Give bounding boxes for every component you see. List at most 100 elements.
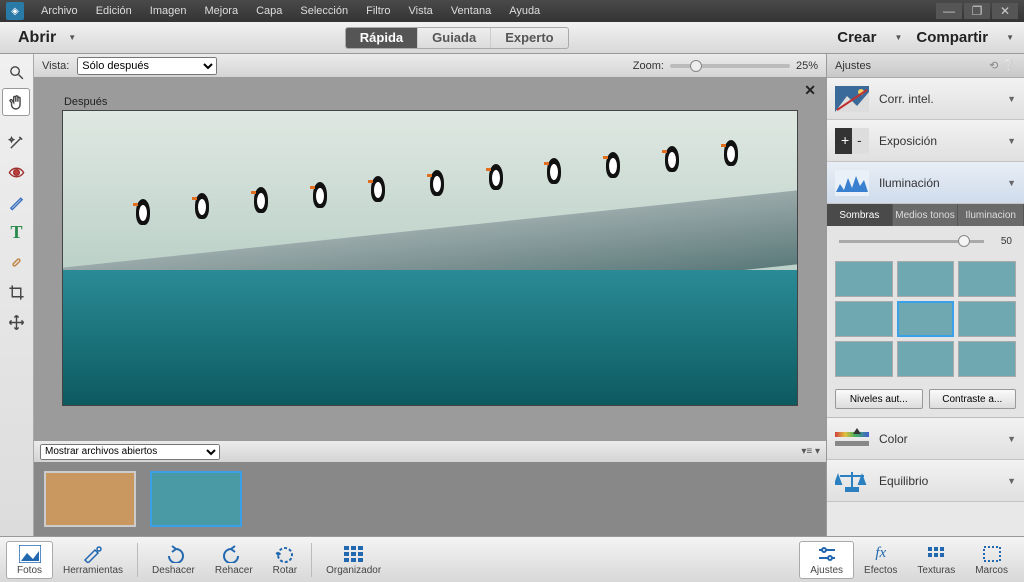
mode-switcher: Rápida Guiada Experto [345, 27, 569, 49]
help-icon[interactable]: ❔ [1002, 59, 1016, 72]
svg-text:+: + [841, 132, 849, 148]
menu-vista[interactable]: Vista [400, 2, 442, 20]
balance-icon [835, 466, 869, 496]
shadow-slider[interactable] [839, 240, 984, 243]
preset-7[interactable] [835, 341, 893, 377]
chevron-down-icon: ▼ [1007, 94, 1016, 104]
menu-archivo[interactable]: Archivo [32, 2, 87, 20]
heal-tool[interactable] [2, 248, 30, 276]
filmstrip-options-icon[interactable]: ▾≡ ▾ [801, 446, 820, 457]
vista-select[interactable]: Sólo después [77, 57, 217, 75]
preset-6[interactable] [958, 301, 1016, 337]
adj-balance[interactable]: Equilibrio ▼ [827, 460, 1024, 502]
preset-3[interactable] [958, 261, 1016, 297]
subtab-midtones[interactable]: Medios tonos [893, 204, 959, 226]
text-tool[interactable]: T [2, 218, 30, 246]
preset-2[interactable] [897, 261, 955, 297]
adj-lighting[interactable]: Iluminación ▼ [827, 162, 1024, 204]
redo-button[interactable]: Rehacer [205, 542, 263, 578]
zoom-label: Zoom: [633, 60, 664, 72]
zoom-slider[interactable] [670, 64, 790, 68]
close-window-button[interactable]: ✕ [992, 3, 1018, 19]
move-tool[interactable] [2, 308, 30, 336]
menu-edicion[interactable]: Edición [87, 2, 141, 20]
photos-button[interactable]: Fotos [6, 541, 53, 579]
mode-quick[interactable]: Rápida [346, 27, 418, 49]
color-icon [835, 424, 869, 454]
open-dropdown-icon[interactable]: ▼ [68, 33, 76, 42]
auto-levels-button[interactable]: Niveles aut... [835, 389, 923, 409]
redeye-tool[interactable] [2, 158, 30, 186]
toolbox: T [0, 54, 34, 536]
organizer-button[interactable]: Organizador [316, 542, 391, 578]
rotate-icon [274, 544, 296, 564]
textures-tab[interactable]: Texturas [907, 541, 965, 579]
subtab-highlights[interactable]: Iluminacion [958, 204, 1024, 226]
shadow-slider-row: 50 [827, 226, 1024, 257]
chevron-down-icon[interactable]: ▼ [1006, 33, 1014, 42]
shadow-value: 50 [992, 236, 1012, 247]
effects-tab[interactable]: fxEfectos [854, 541, 907, 579]
undo-button[interactable]: Deshacer [142, 542, 205, 578]
rotate-button[interactable]: Rotar [263, 542, 307, 578]
filmstrip-select[interactable]: Mostrar archivos abiertos [40, 444, 220, 460]
textures-icon [926, 544, 946, 564]
chevron-down-icon: ▼ [1007, 476, 1016, 486]
menu-mejora[interactable]: Mejora [195, 2, 247, 20]
open-button[interactable]: Abrir [10, 25, 64, 51]
preset-5[interactable] [897, 301, 955, 337]
sliders-icon [817, 544, 837, 564]
minimize-button[interactable]: — [936, 3, 962, 19]
menu-imagen[interactable]: Imagen [141, 2, 196, 20]
whiten-tool[interactable] [2, 188, 30, 216]
adj-color[interactable]: Color ▼ [827, 418, 1024, 460]
hand-tool[interactable] [2, 88, 30, 116]
view-bar: Vista: Sólo después Zoom: 25% [34, 54, 826, 78]
app-logo-icon: ◈ [6, 2, 24, 20]
tools-button[interactable]: Herramientas [53, 542, 133, 578]
frames-tab[interactable]: Marcos [965, 541, 1018, 579]
thumb-1[interactable] [44, 471, 136, 527]
chevron-down-icon[interactable]: ▼ [894, 33, 902, 42]
preset-grid [827, 257, 1024, 385]
chevron-down-icon: ▼ [1007, 178, 1016, 188]
zoom-control: Zoom: 25% [633, 60, 818, 72]
menu-ayuda[interactable]: Ayuda [500, 2, 549, 20]
preset-9[interactable] [958, 341, 1016, 377]
adj-smartfix[interactable]: Corr. intel. ▼ [827, 78, 1024, 120]
create-button[interactable]: Crear [837, 29, 876, 46]
maximize-button[interactable]: ❐ [964, 3, 990, 19]
exposure-icon: +- [835, 126, 869, 156]
bottom-bar: Fotos Herramientas Deshacer Rehacer Rota… [0, 536, 1024, 582]
subtab-shadows[interactable]: Sombras [827, 204, 893, 226]
magic-wand-tool[interactable] [2, 128, 30, 156]
adj-label: Corr. intel. [879, 92, 934, 106]
zoom-tool[interactable] [2, 58, 30, 86]
crop-tool[interactable] [2, 278, 30, 306]
bottom-right: Ajustes fxEfectos Texturas Marcos [799, 541, 1018, 579]
center-area: Vista: Sólo después Zoom: 25% ✕ Después [34, 54, 826, 536]
close-document-button[interactable]: ✕ [804, 82, 816, 99]
menu-filtro[interactable]: Filtro [357, 2, 399, 20]
lighting-subtabs: Sombras Medios tonos Iluminacion [827, 204, 1024, 226]
canvas[interactable] [62, 110, 798, 406]
preset-8[interactable] [897, 341, 955, 377]
mode-expert[interactable]: Experto [491, 27, 567, 49]
menu-bar: ◈ Archivo Edición Imagen Mejora Capa Sel… [0, 0, 1024, 22]
share-button[interactable]: Compartir [916, 29, 988, 46]
thumb-2[interactable] [150, 471, 242, 527]
reset-icon[interactable]: ⟲ [989, 59, 998, 72]
undo-icon [162, 544, 184, 564]
adj-label: Exposición [879, 134, 937, 148]
menu-ventana[interactable]: Ventana [442, 2, 500, 20]
preset-4[interactable] [835, 301, 893, 337]
menu-capa[interactable]: Capa [247, 2, 291, 20]
adj-exposure[interactable]: +- Exposición ▼ [827, 120, 1024, 162]
menu-seleccion[interactable]: Selección [291, 2, 357, 20]
canvas-wrap: ✕ Después [34, 78, 826, 440]
mode-guided[interactable]: Guiada [418, 27, 491, 49]
organizer-icon [343, 544, 365, 564]
auto-contrast-button[interactable]: Contraste a... [929, 389, 1017, 409]
adjustments-tab[interactable]: Ajustes [799, 541, 854, 579]
preset-1[interactable] [835, 261, 893, 297]
